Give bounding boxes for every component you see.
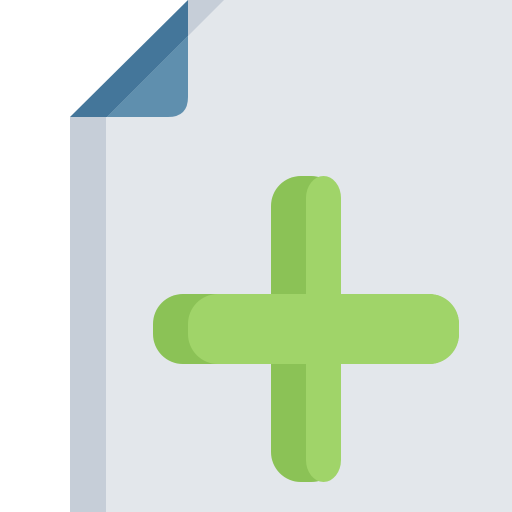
new-file-icon	[0, 0, 512, 512]
page-left-edge	[70, 117, 106, 512]
plus-center	[306, 294, 341, 364]
new-file-svg	[70, 0, 512, 512]
